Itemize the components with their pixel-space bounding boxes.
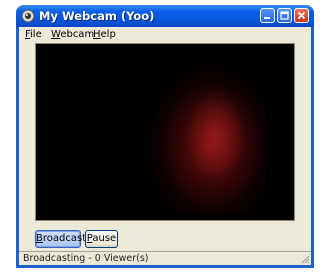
menu-webcam[interactable]: Webcam xyxy=(51,29,94,40)
webcam-window: My Webcam (Yoo) File Webcam Help Broadca… xyxy=(16,5,314,268)
status-bar: Broadcasting - 0 Viewer(s) xyxy=(19,251,311,265)
resize-grip-icon[interactable] xyxy=(300,254,310,264)
maximize-button[interactable] xyxy=(277,8,292,23)
webcam-video-view xyxy=(35,43,295,221)
webcam-app-icon xyxy=(21,9,35,23)
client-area: File Webcam Help Broadcast Pause Broadca… xyxy=(19,27,311,265)
title-bar[interactable]: My Webcam (Yoo) xyxy=(16,5,314,27)
menu-bar: File Webcam Help xyxy=(19,27,311,43)
menu-help[interactable]: Help xyxy=(93,29,116,40)
close-button[interactable] xyxy=(294,8,309,23)
minimize-button[interactable] xyxy=(260,8,275,23)
broadcast-button[interactable]: Broadcast xyxy=(35,230,86,248)
menu-file[interactable]: File xyxy=(25,29,42,40)
minimize-icon xyxy=(264,17,270,19)
window-title: My Webcam (Yoo) xyxy=(39,9,155,23)
maximize-icon xyxy=(280,11,289,20)
status-text: Broadcasting - 0 Viewer(s) xyxy=(23,253,149,264)
video-face-highlight xyxy=(186,89,246,179)
pause-button[interactable]: Pause xyxy=(85,230,118,248)
close-icon xyxy=(297,11,306,20)
